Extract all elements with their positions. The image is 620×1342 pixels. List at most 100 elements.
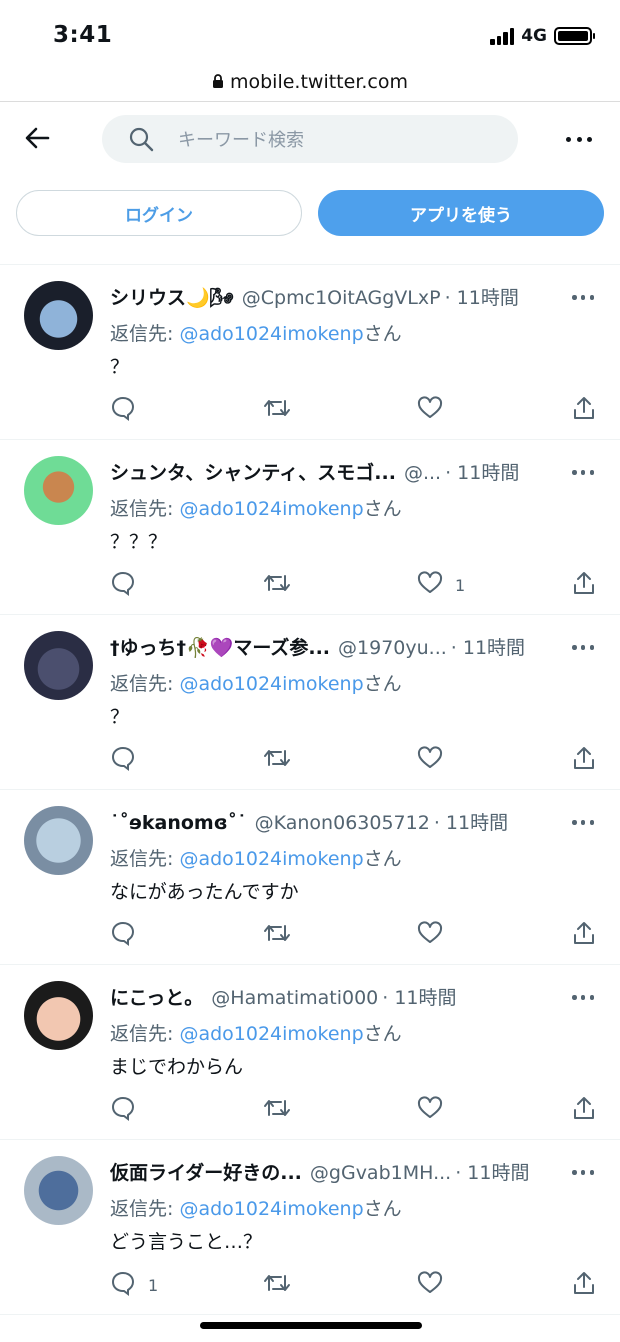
dot-icon bbox=[589, 995, 594, 1000]
more-menu-button[interactable] bbox=[566, 129, 592, 149]
reply-button[interactable] bbox=[110, 921, 148, 948]
tweet-more-button[interactable] bbox=[572, 820, 594, 826]
like-button[interactable] bbox=[417, 746, 455, 774]
status-indicators: 4G bbox=[490, 26, 595, 46]
tweet-timestamp[interactable]: · 11時間 bbox=[445, 283, 519, 310]
tweet-author-name[interactable]: シュンタ、シャンティ、スモゴ... bbox=[110, 458, 396, 485]
tweet-author-name[interactable]: シリウス🌙🌬 bbox=[110, 283, 234, 310]
tweet-author-name[interactable]: †ゆっち†🥀💜マーズ参... bbox=[110, 633, 330, 660]
tweet[interactable]: †ゆっち†🥀💜マーズ参... @1970yu... · 11時間 返信先: @ado1… bbox=[0, 615, 620, 790]
tweet[interactable]: ˙˚ɘkanomɞ˚˙ @Kanon06305712 · 11時間返信先: @ado… bbox=[0, 790, 620, 965]
dot-icon bbox=[589, 1170, 594, 1175]
search-input[interactable]: キーワード検索 bbox=[102, 115, 518, 163]
timeline: シリウス🌙🌬 @Cpmc1OitAGgVLxP · 11時間 返信先: @ado102… bbox=[0, 264, 620, 1315]
dot-icon bbox=[589, 295, 594, 300]
tweet-timestamp[interactable]: · 11時間 bbox=[382, 983, 456, 1010]
like-button[interactable] bbox=[417, 1271, 455, 1298]
reply-to-handle[interactable]: @ado1024imokenp bbox=[179, 498, 363, 520]
retweet-button[interactable] bbox=[262, 397, 292, 423]
reply-icon bbox=[110, 570, 136, 600]
reply-to-handle[interactable]: @ado1024imokenp bbox=[179, 673, 363, 695]
reply-to-handle[interactable]: @ado1024imokenp bbox=[179, 848, 363, 870]
retweet-button[interactable] bbox=[262, 1097, 292, 1123]
like-button[interactable] bbox=[417, 921, 455, 949]
retweet-button[interactable] bbox=[262, 747, 292, 773]
reply-button[interactable] bbox=[110, 396, 148, 423]
tweet-author-name[interactable]: 仮面ライダー好きの... bbox=[110, 1158, 302, 1185]
avatar[interactable] bbox=[24, 631, 93, 700]
tweet[interactable]: シリウス🌙🌬 @Cpmc1OitAGgVLxP · 11時間 返信先: @ado102… bbox=[0, 265, 620, 440]
retweet-button[interactable] bbox=[262, 922, 292, 948]
tweet-more-button[interactable] bbox=[572, 995, 594, 1001]
avatar[interactable] bbox=[24, 456, 93, 525]
tweet-author-handle[interactable]: @gGvab1MH... bbox=[310, 1162, 451, 1184]
tweet-author-name[interactable]: ˙˚ɘkanomɞ˚˙ bbox=[110, 812, 247, 834]
tweet[interactable]: にこっと。 @Hamatimati000 · 11時間 返信先: @ado1024im… bbox=[0, 965, 620, 1140]
tweet-header: シュンタ、シャンティ、スモゴ... @... · 11時間 bbox=[110, 458, 550, 485]
dot-icon bbox=[589, 820, 594, 825]
retweet-button[interactable] bbox=[262, 572, 292, 598]
share-button[interactable] bbox=[572, 1272, 596, 1298]
use-app-button[interactable]: アプリを使う bbox=[318, 190, 604, 236]
avatar[interactable] bbox=[24, 806, 93, 875]
tweet-timestamp[interactable]: · 11時間 bbox=[451, 633, 525, 660]
share-button[interactable] bbox=[572, 922, 596, 948]
tweet-more-button[interactable] bbox=[572, 645, 594, 651]
like-button[interactable]: 1 bbox=[417, 571, 465, 598]
tweet-actions bbox=[110, 921, 600, 949]
tweet-timestamp[interactable]: · 11時間 bbox=[445, 458, 519, 485]
auth-buttons: ログイン アプリを使う bbox=[0, 190, 620, 238]
dot-icon bbox=[580, 645, 586, 650]
tweet-header: 仮面ライダー好きの... @gGvab1MH... · 11時間 bbox=[110, 1158, 550, 1185]
share-button[interactable] bbox=[572, 397, 596, 423]
avatar[interactable] bbox=[24, 1156, 93, 1225]
dot-icon bbox=[572, 995, 577, 1000]
login-button[interactable]: ログイン bbox=[16, 190, 302, 236]
tweet-timestamp[interactable]: · 11時間 bbox=[434, 808, 508, 835]
reply-to-handle[interactable]: @ado1024imokenp bbox=[179, 1198, 363, 1220]
lock-icon bbox=[212, 74, 223, 88]
reply-to-handle[interactable]: @ado1024imokenp bbox=[179, 323, 363, 345]
tweet-author-name[interactable]: にこっと。 bbox=[110, 983, 203, 1010]
tweet-more-button[interactable] bbox=[572, 1170, 594, 1176]
share-icon bbox=[572, 745, 596, 775]
reply-to-handle[interactable]: @ado1024imokenp bbox=[179, 1023, 363, 1045]
reply-button[interactable] bbox=[110, 570, 148, 600]
like-icon bbox=[417, 1096, 443, 1124]
back-button[interactable] bbox=[22, 123, 52, 153]
reply-button[interactable] bbox=[110, 746, 148, 773]
tweet-more-button[interactable] bbox=[572, 295, 594, 301]
tweet-text: まじでわからん bbox=[110, 1056, 244, 1078]
battery-fill bbox=[558, 31, 588, 41]
reply-button[interactable]: 1 bbox=[110, 1270, 158, 1300]
tweet-author-handle[interactable]: @Hamatimati000 bbox=[211, 987, 378, 1009]
share-button[interactable] bbox=[572, 572, 596, 598]
share-button[interactable] bbox=[572, 1097, 596, 1123]
like-button[interactable] bbox=[417, 1096, 455, 1124]
retweet-icon bbox=[262, 1270, 292, 1300]
reply-button[interactable] bbox=[110, 1096, 148, 1123]
like-icon bbox=[417, 746, 443, 774]
reply-to-prefix: 返信先: bbox=[110, 848, 180, 870]
share-button[interactable] bbox=[572, 747, 596, 773]
reply-icon bbox=[110, 1270, 136, 1300]
tweet-header: シリウス🌙🌬 @Cpmc1OitAGgVLxP · 11時間 bbox=[110, 283, 550, 310]
retweet-icon bbox=[262, 395, 292, 425]
tweet-author-handle[interactable]: @Cpmc1OitAGgVLxP bbox=[242, 287, 441, 309]
tweet[interactable]: シュンタ、シャンティ、スモゴ... @... · 11時間 返信先: @ado1024… bbox=[0, 440, 620, 615]
url-bar[interactable]: mobile.twitter.com bbox=[0, 62, 620, 102]
tweet-more-button[interactable] bbox=[572, 470, 594, 476]
retweet-button[interactable] bbox=[262, 1272, 292, 1298]
like-button[interactable] bbox=[417, 396, 455, 423]
like-icon bbox=[417, 921, 443, 949]
tweet[interactable]: 仮面ライダー好きの... @gGvab1MH... · 11時間 返信先: @ado1… bbox=[0, 1140, 620, 1315]
tweet-timestamp[interactable]: · 11時間 bbox=[455, 1158, 529, 1185]
tweet-author-handle[interactable]: @Kanon06305712 bbox=[255, 812, 430, 834]
share-icon bbox=[572, 1270, 596, 1300]
tweet-author-handle[interactable]: @... bbox=[404, 462, 441, 484]
tweet-author-handle[interactable]: @1970yu... bbox=[338, 637, 447, 659]
avatar[interactable] bbox=[24, 281, 93, 350]
dot-icon bbox=[576, 136, 582, 142]
avatar[interactable] bbox=[24, 981, 93, 1050]
dot-icon bbox=[580, 295, 586, 300]
